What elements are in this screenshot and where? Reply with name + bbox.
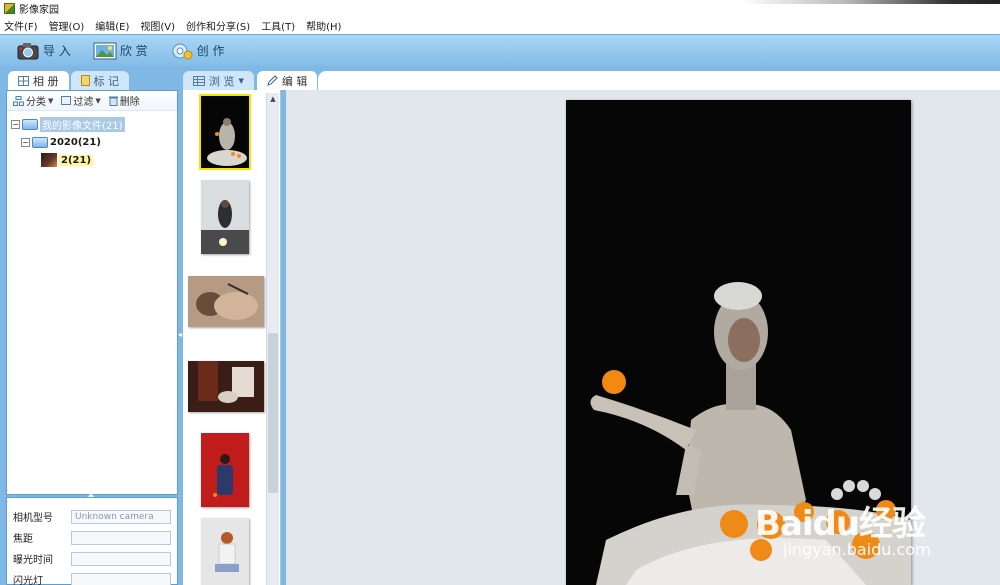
exposure-time-label: 曝光时间 (13, 555, 53, 566)
menu-tools[interactable]: 工具(T) (261, 18, 295, 33)
menu-create-share[interactable]: 创作和分享(S) (186, 18, 250, 33)
import-button[interactable]: 导 入 (12, 39, 75, 63)
caret-down-icon: ▼ (48, 96, 54, 105)
focal-length-field (71, 530, 171, 545)
flash-field (71, 572, 171, 585)
pencil-icon (267, 75, 278, 86)
caret-down-icon: ▼ (95, 96, 101, 105)
camera-model-field: Unknown camera (71, 509, 171, 524)
filter-button[interactable]: 过滤 ▼ (61, 93, 101, 108)
thumbnail-image (201, 180, 249, 254)
menu-manage[interactable]: 管理(O) (49, 18, 85, 33)
prop-flash: 闪光灯 (7, 569, 177, 585)
watermark-brand: Baidu经验 (755, 504, 926, 544)
left-tab-bar: 相 册 标 记 (8, 71, 129, 90)
filter-label: 过滤 (73, 97, 94, 108)
watermark: Baidu经验 jingyan.baidu.com (755, 478, 995, 568)
folder-icon (22, 118, 38, 130)
delete-label: 删除 (119, 97, 140, 108)
tree-item-album[interactable]: 2(21) (11, 151, 177, 169)
view-button[interactable]: 欣 赏 (89, 39, 152, 63)
album-action-bar: 分类 ▼ 过滤 ▼ 删除 (7, 91, 177, 111)
tab-edit[interactable]: 编 辑 (256, 71, 318, 90)
tab-tag-label: 标 记 (93, 74, 120, 88)
tab-edit-label: 编 辑 (281, 74, 308, 88)
menu-view[interactable]: 视图(V) (140, 18, 175, 33)
thumbnail-6[interactable] (201, 518, 249, 585)
tree-album-label: 2(21) (59, 154, 94, 166)
focal-length-label: 焦距 (13, 534, 33, 545)
panel-splitter[interactable]: ◂ (178, 330, 182, 344)
thumbnail-5[interactable] (201, 433, 249, 507)
scroll-up-icon[interactable]: ▲ (267, 93, 279, 105)
caret-down-icon: ▼ (238, 76, 244, 85)
prop-exposure-time: 曝光时间 (7, 548, 177, 569)
menu-edit[interactable]: 编辑(E) (95, 18, 129, 33)
left-panel: 相 册 标 记 分类 ▼ 过滤 ▼ 删除 − 我的影像文件(21) − 2020… (0, 66, 184, 585)
exposure-time-field (71, 551, 171, 566)
window-title: 影像家园 (19, 4, 59, 16)
thumbnail-scrollbar[interactable]: ▲ (266, 93, 279, 585)
camera-icon (17, 42, 39, 59)
collapse-icon[interactable]: − (11, 119, 20, 129)
tree-item-year[interactable]: − 2020(21) (11, 133, 177, 151)
create-icon (172, 43, 193, 59)
tree-root-label: 我的影像文件(21) (40, 116, 125, 132)
grid-icon (18, 75, 29, 86)
view-label: 欣 赏 (119, 44, 148, 58)
scroll-thumb[interactable] (268, 333, 278, 493)
filter-icon (61, 96, 72, 105)
thumbnail-3[interactable] (188, 276, 264, 327)
collapse-icon[interactable]: − (21, 137, 30, 147)
menu-file[interactable]: 文件(F) (4, 18, 38, 33)
tab-album[interactable]: 相 册 (8, 71, 69, 90)
delete-button[interactable]: 删除 (108, 93, 140, 108)
import-label: 导 入 (43, 44, 71, 58)
thumbnail-2[interactable] (201, 180, 249, 254)
tree-year-label: 2020(21) (50, 136, 101, 148)
tab-tag[interactable]: 标 记 (70, 71, 129, 90)
create-label: 创 作 (196, 44, 225, 58)
create-button[interactable]: 创 作 (166, 39, 229, 63)
picture-icon (93, 42, 117, 59)
menu-help[interactable]: 帮助(H) (306, 18, 341, 33)
view-tab-bar: 浏 览 ▼ 编 辑 (183, 71, 318, 90)
tab-browse[interactable]: 浏 览 ▼ (183, 71, 254, 90)
thumbnail-1[interactable] (199, 94, 251, 170)
tab-album-label: 相 册 (33, 74, 59, 88)
browse-grid-icon (193, 75, 205, 86)
thumbnail-4[interactable] (188, 361, 264, 412)
album-panel: 分类 ▼ 过滤 ▼ 删除 − 我的影像文件(21) − 2020(21) 2(2… (6, 90, 178, 495)
main-toolbar: 导 入 欣 赏 创 作 (0, 34, 1000, 66)
folder-icon (32, 136, 48, 148)
menu-bar: 文件(F) 管理(O) 编辑(E) 视图(V) 创作和分享(S) 工具(T) 帮… (0, 16, 1000, 34)
tree-item-root[interactable]: − 我的影像文件(21) (11, 115, 177, 133)
thumbnail-image (201, 96, 249, 168)
app-icon (4, 2, 15, 14)
tag-icon (80, 75, 90, 86)
properties-panel: 相机型号 Unknown camera 焦距 曝光时间 闪光灯 (6, 497, 178, 585)
thumbnail-image (188, 361, 264, 412)
album-tree: − 我的影像文件(21) − 2020(21) 2(21) (7, 111, 177, 169)
trash-icon (108, 96, 118, 106)
classify-button[interactable]: 分类 ▼ (13, 93, 53, 108)
thumbnail-image (201, 433, 249, 507)
tab-browse-label: 浏 览 (209, 74, 235, 88)
thumbnail-image (188, 276, 264, 327)
album-thumbnail-icon (41, 153, 57, 167)
tab-bar-background (318, 71, 1000, 90)
title-decoration (740, 0, 1000, 4)
watermark-url: jingyan.baidu.com (783, 540, 931, 559)
flash-label: 闪光灯 (13, 576, 43, 585)
prop-focal-length: 焦距 (7, 527, 177, 548)
camera-model-label: 相机型号 (13, 513, 53, 524)
classify-icon (13, 95, 24, 106)
prop-camera-model: 相机型号 Unknown camera (7, 506, 177, 527)
classify-label: 分类 (26, 97, 46, 108)
thumbnail-image (201, 518, 249, 585)
